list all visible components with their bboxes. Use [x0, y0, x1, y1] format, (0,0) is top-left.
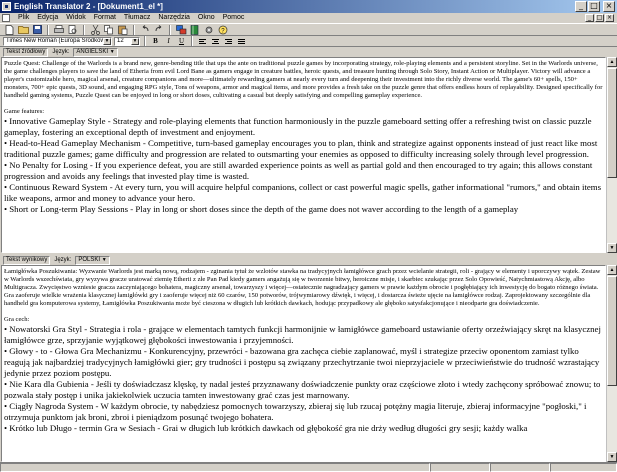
underline-button[interactable]: U: [176, 37, 187, 46]
status-cell-4: [550, 463, 617, 472]
source-features-heading: Game features:: [4, 108, 45, 116]
scroll-thumb[interactable]: [607, 276, 617, 386]
menu-format[interactable]: Format: [90, 13, 120, 23]
target-pane-label: Tekst wynikowy: [3, 255, 51, 265]
close-button[interactable]: ×: [603, 1, 615, 12]
status-cell-main: [0, 463, 430, 472]
status-bar: [0, 462, 617, 472]
target-language-label: Język:: [54, 257, 72, 263]
translate-icon[interactable]: [175, 24, 187, 35]
align-left-icon[interactable]: [197, 37, 208, 46]
target-text-area[interactable]: Łamigłówka Poszukiwania: Wyzwanie Warlor…: [1, 265, 606, 462]
menu-translate[interactable]: Tłumacz: [120, 13, 154, 23]
target-bullet-3: • Nie Kara dla Gubienia - Jeśli ty doświ…: [4, 379, 601, 401]
paste-icon[interactable]: [117, 24, 129, 35]
scroll-down-icon[interactable]: ▼: [607, 243, 617, 253]
toolbar-separator: [133, 24, 135, 35]
target-intro-paragraph: Łamigłówka Poszukiwania: Wyzwanie Warlor…: [4, 268, 601, 308]
source-bullet-4: • Continuous Reward System - At every tu…: [4, 182, 602, 204]
format-toolbar: Times New Roman (Europa Środkowa) ▼ 12 ▼…: [0, 36, 617, 47]
window-controls: _ □ ×: [575, 1, 615, 12]
toolbar-separator: [83, 24, 85, 35]
scroll-up-icon[interactable]: ▲: [607, 57, 617, 67]
source-language-value: ANGIELSKI: [76, 48, 109, 55]
source-scrollbar[interactable]: ▲ ▼: [606, 57, 617, 253]
doc-close-button[interactable]: ×: [605, 14, 614, 22]
font-size-select[interactable]: 12 ▼: [114, 36, 140, 46]
print-preview-icon[interactable]: [67, 24, 79, 35]
status-cell-3: [490, 463, 550, 472]
target-bullet-2: • Głowy - to - Głowa Gra Mechanizmu - Ko…: [4, 346, 600, 379]
font-family-value: Times New Roman (Europa Środkowa): [6, 38, 103, 44]
dictionary-icon[interactable]: [189, 24, 201, 35]
target-bullet-5: • Krótko lub Długo - termin Gra w Sesiac…: [4, 423, 528, 434]
chevron-down-icon[interactable]: ▼: [110, 49, 115, 55]
chevron-down-icon[interactable]: ▼: [102, 257, 107, 263]
source-bullet-5: • Short or Long-term Play Sessions - Pla…: [4, 204, 519, 215]
target-features-heading: Gra cech:: [4, 316, 30, 324]
toolbar-separator: [169, 24, 171, 35]
italic-button[interactable]: I: [163, 37, 174, 46]
target-language-select[interactable]: POLSKI ▼: [75, 255, 110, 265]
open-folder-icon[interactable]: [17, 24, 29, 35]
document-controls: _ □ ×: [585, 14, 614, 22]
menu-view[interactable]: Widok: [62, 13, 89, 23]
print-icon[interactable]: [53, 24, 65, 35]
source-text-area[interactable]: Puzzle Quest: Challenge of the Warlords …: [1, 57, 606, 253]
target-bullet-4: • Ciągły Nagroda System - W każdym obroc…: [4, 401, 587, 423]
scroll-thumb[interactable]: [607, 68, 617, 178]
save-icon[interactable]: [31, 24, 43, 35]
align-right-icon[interactable]: [223, 37, 234, 46]
align-center-icon[interactable]: [210, 37, 221, 46]
font-size-value: 12: [117, 38, 124, 44]
target-language-value: POLSKI: [78, 256, 101, 263]
status-cell-2: [430, 463, 490, 472]
menu-edit[interactable]: Edycja: [33, 13, 62, 23]
source-intro-paragraph: Puzzle Quest: Challenge of the Warlords …: [4, 60, 603, 100]
cut-icon[interactable]: [89, 24, 101, 35]
scroll-down-icon[interactable]: ▼: [607, 452, 617, 462]
toolbar-separator: [191, 36, 193, 46]
menu-help[interactable]: Pomoc: [219, 13, 249, 23]
menu-tools[interactable]: Narzędzia: [154, 13, 194, 23]
source-language-select[interactable]: ANGIELSKI ▼: [73, 47, 118, 57]
target-bullet-1: • Nowatorski Gra Styl - Strategia i rola…: [4, 324, 601, 346]
chevron-down-icon[interactable]: ▼: [131, 37, 139, 45]
window-title: English Translator 2 - [Dokument1_el *]: [14, 2, 163, 11]
source-pane-label: Tekst źródłowy: [3, 47, 49, 57]
target-pane-header: Tekst wynikowy Język: POLSKI ▼: [0, 255, 617, 265]
title-bar: English Translator 2 - [Dokument1_el *] …: [0, 0, 617, 13]
bold-button[interactable]: B: [150, 37, 161, 46]
maximize-button[interactable]: □: [588, 1, 600, 12]
source-bullet-1: • Innovative Gameplay Style - Strategy a…: [4, 116, 592, 138]
undo-icon[interactable]: [139, 24, 151, 35]
menu-file[interactable]: Plik: [14, 13, 33, 23]
target-scrollbar[interactable]: ▲ ▼: [606, 265, 617, 462]
source-bullet-3: • No Penalty for Losing - If you experie…: [4, 160, 593, 182]
settings-icon[interactable]: [203, 24, 215, 35]
doc-minimize-button[interactable]: _: [585, 14, 594, 22]
new-document-icon[interactable]: [3, 24, 15, 35]
font-family-select[interactable]: Times New Roman (Europa Środkowa) ▼: [3, 36, 112, 46]
main-toolbar: ?: [0, 23, 617, 36]
toolbar-separator: [144, 36, 146, 46]
app-icon[interactable]: [2, 2, 11, 11]
source-pane-header: Tekst źródłowy Język: ANGIELSKI ▼: [0, 47, 617, 57]
source-language-label: Język:: [52, 49, 70, 55]
document-icon[interactable]: [2, 14, 10, 22]
help-icon[interactable]: ?: [217, 24, 229, 35]
doc-restore-button[interactable]: □: [595, 14, 604, 22]
source-bullet-2: • Head-to-Head Gameplay Mechanism - Comp…: [4, 138, 598, 160]
menu-window[interactable]: Okno: [194, 13, 219, 23]
minimize-button[interactable]: _: [575, 1, 587, 12]
redo-icon[interactable]: [153, 24, 165, 35]
toolbar-separator: [47, 24, 49, 35]
align-justify-icon[interactable]: [236, 37, 247, 46]
scroll-up-icon[interactable]: ▲: [607, 265, 617, 275]
chevron-down-icon[interactable]: ▼: [103, 37, 111, 45]
copy-icon[interactable]: [103, 24, 115, 35]
menu-bar: Plik Edycja Widok Format Tłumacz Narzędz…: [0, 13, 617, 23]
